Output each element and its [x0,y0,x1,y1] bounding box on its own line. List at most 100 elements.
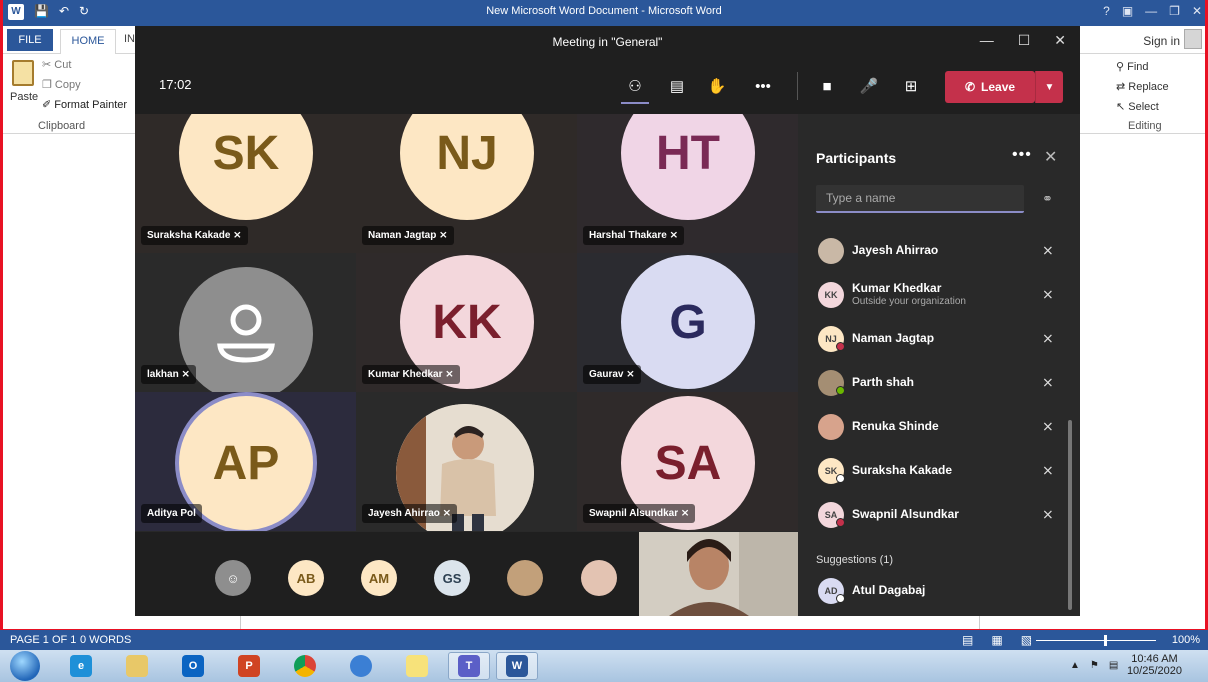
sticky-notes-icon [406,655,428,677]
tab-insert[interactable]: IN [124,33,135,45]
maximize-icon[interactable]: ☐ [1018,32,1031,49]
network-icon[interactable]: ▤ [1109,660,1118,671]
replace-button[interactable]: ⇄ Replace [1116,80,1169,93]
video-tile[interactable]: Jayesh Ahirrao ⨯ [356,392,577,531]
word-count[interactable]: 0 WORDS [80,634,131,646]
find-button[interactable]: ⚲ Find [1116,60,1149,73]
format-painter-button[interactable]: ✐ Format Painter [42,98,127,111]
participant-search-input[interactable]: Type a name [816,185,1024,213]
outlook-icon: O [182,655,204,677]
participant-row[interactable]: NJ Naman Jagtap ⨯ [818,324,1058,354]
overflow-avatar[interactable]: AB [288,560,324,596]
participant-row[interactable]: Jayesh Ahirrao ⨯ [818,236,1058,266]
page-count[interactable]: PAGE 1 OF 1 [10,634,76,646]
overflow-avatar[interactable]: GS [434,560,470,596]
more-options-icon[interactable]: ••• [1012,146,1032,164]
taskbar-ie[interactable]: e [60,652,102,680]
close-icon[interactable]: ✕ [1054,32,1066,49]
leave-button[interactable]: ✆ Leave [945,71,1035,103]
taskbar-powerpoint[interactable]: P [228,652,270,680]
ribbon-display-icon[interactable]: ▣ [1122,4,1133,18]
zoom-level[interactable]: 100% [1172,634,1200,646]
minimize-icon[interactable]: — [980,32,994,49]
mic-off-icon[interactable]: ⨯ [1042,330,1054,347]
overflow-avatar-photo[interactable] [507,560,543,596]
video-tile[interactable]: SK Suraksha Kakade ⨯ [135,114,356,253]
sign-in-link[interactable]: Sign in [1143,34,1180,48]
restore-icon[interactable]: ❐ [1169,4,1180,18]
account-avatar[interactable] [1184,29,1202,49]
self-video-preview[interactable] [639,532,798,616]
paste-button[interactable]: Paste [10,91,38,103]
close-icon[interactable]: ✕ [1044,147,1057,167]
select-button[interactable]: ↖ Select [1116,100,1159,113]
phone-hangup-icon: ✆ [964,80,976,94]
mic-off-icon[interactable]: ⨯ [1042,286,1054,303]
taskbar-outlook[interactable]: O [172,652,214,680]
taskbar-chrome[interactable] [284,652,326,680]
print-layout-icon[interactable]: ▦ [991,633,1002,647]
tab-home[interactable]: HOME [60,29,116,54]
overflow-avatar[interactable]: ☺ [215,560,251,596]
participant-name: Renuka Shinde [852,419,939,433]
web-layout-icon[interactable]: ▧ [1021,633,1032,647]
video-tile[interactable]: NJ Naman Jagtap ⨯ [356,114,577,253]
tab-file[interactable]: FILE [7,29,53,51]
share-invite-link-icon[interactable]: ⚭ [1042,191,1053,207]
taskbar-explorer[interactable] [116,652,158,680]
suggestion-row[interactable]: AD Atul Dagabaj [818,576,1058,606]
chat-icon[interactable]: ▤ [665,74,689,98]
suggestions-header[interactable]: Suggestions (1) [816,554,893,566]
raise-hand-icon[interactable]: ✋ [705,74,729,98]
zoom-slider[interactable] [1036,640,1156,641]
participant-row[interactable]: SK Suraksha Kakade ⨯ [818,456,1058,486]
show-hidden-icon[interactable]: ▲ [1070,660,1080,671]
participants-icon[interactable]: ⚇ [623,74,647,98]
video-tile[interactable]: SA Swapnil Alsundkar ⨯ [577,392,798,531]
video-tile[interactable]: G Gaurav ⨯ [577,253,798,392]
help-icon[interactable]: ? [1103,4,1110,18]
more-actions-icon[interactable]: ••• [751,74,775,98]
video-tile[interactable]: HT Harshal Thakare ⨯ [577,114,798,253]
zoom-slider-thumb[interactable] [1104,635,1107,646]
taskbar-word[interactable]: W [496,652,538,680]
overflow-avatar-photo[interactable] [581,560,617,596]
participant-avatar-photo [818,238,844,264]
taskbar-chrome-2[interactable] [340,652,382,680]
video-tile[interactable]: lakhan ⨯ [135,253,356,392]
mic-off-icon[interactable]: ⨯ [1042,242,1054,259]
brush-icon: ✐ [42,99,55,111]
self-video-icon [639,532,798,616]
mic-off-icon[interactable]: ⨯ [1042,462,1054,479]
participant-row[interactable]: SA Swapnil Alsundkar ⨯ [818,500,1058,530]
start-button[interactable] [10,651,40,681]
microphone-icon[interactable]: 🎤 [857,74,881,98]
mic-off-icon[interactable]: ⨯ [1042,374,1054,391]
flag-icon[interactable]: ⚑ [1090,660,1099,671]
participant-avatar: HT [621,114,755,220]
mic-off-icon: ⨯ [626,369,635,380]
mic-off-icon[interactable]: ⨯ [1042,418,1054,435]
video-tile[interactable]: KK Kumar Khedkar ⨯ [356,253,577,392]
participant-row[interactable]: Parth shah ⨯ [818,368,1058,398]
overflow-avatar[interactable]: AM [361,560,397,596]
participant-name: Swapnil Alsundkar [852,507,959,521]
minimize-icon[interactable]: — [1145,4,1157,18]
camera-icon[interactable]: ■ [815,74,839,98]
read-mode-icon[interactable]: ▤ [962,633,973,647]
leave-dropdown-button[interactable]: ▼ [1035,71,1063,103]
clock[interactable]: 10:46 AM 10/25/2020 [1127,653,1182,677]
word-icon: W [506,655,528,677]
paste-icon[interactable] [12,60,34,86]
cut-button[interactable]: ✂ Cut [42,58,71,71]
participant-row[interactable]: Renuka Shinde ⨯ [818,412,1058,442]
video-tile-speaking[interactable]: AP Aditya Pol [135,392,356,531]
panel-scrollbar[interactable] [1068,420,1072,610]
share-screen-icon[interactable]: ⊞ [899,74,923,98]
mic-off-icon[interactable]: ⨯ [1042,506,1054,523]
close-icon[interactable]: ✕ [1192,4,1202,18]
participant-row[interactable]: KK Kumar Khedkar Outside your organizati… [818,280,1058,310]
taskbar-teams[interactable]: T [448,652,490,680]
copy-button[interactable]: ❐ Copy [42,78,81,91]
taskbar-sticky-notes[interactable] [396,652,438,680]
